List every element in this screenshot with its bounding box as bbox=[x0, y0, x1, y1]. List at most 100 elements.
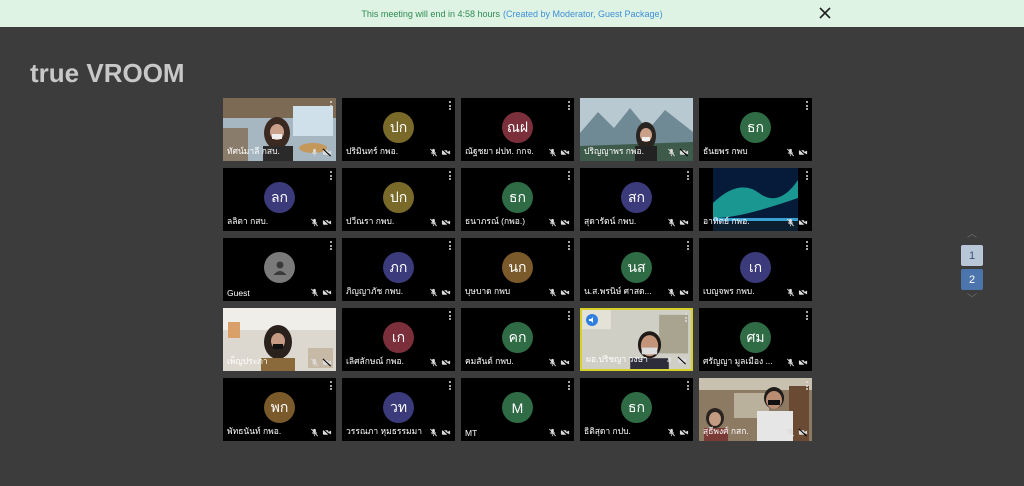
more-options-icon[interactable] bbox=[687, 241, 689, 250]
participant-avatar: ภก bbox=[383, 252, 414, 283]
more-options-icon[interactable] bbox=[330, 381, 332, 390]
participant-tile[interactable]: ลกลลิตา กสบ. bbox=[223, 168, 336, 231]
more-options-icon[interactable] bbox=[806, 101, 808, 110]
participant-name: ปริญญาพร กพอ. bbox=[584, 146, 644, 156]
participant-status-icons bbox=[786, 218, 808, 227]
more-options-icon[interactable] bbox=[449, 241, 451, 250]
participant-tile[interactable]: ณฝ ณัฐชยา ฝปท. กกจ. bbox=[461, 98, 574, 161]
participant-tile[interactable]: ปก ปริมินทร์ กพอ. bbox=[342, 98, 455, 161]
more-options-icon[interactable] bbox=[330, 241, 332, 250]
more-options-icon[interactable] bbox=[449, 171, 451, 180]
participant-status-icons bbox=[548, 358, 570, 367]
mic-muted-icon bbox=[311, 428, 318, 437]
participant-tile[interactable]: พก พัทธนันท์ กพอ. bbox=[223, 378, 336, 441]
participant-tile[interactable]: นส น.ส.พรนิษ์ ศาสด... bbox=[580, 238, 693, 301]
more-options-icon[interactable] bbox=[687, 381, 689, 390]
participant-name: ลลิตา กสบ. bbox=[227, 216, 269, 226]
participant-status-icons bbox=[310, 358, 332, 367]
more-options-icon[interactable] bbox=[687, 171, 689, 180]
participant-tile[interactable]: อาทิตย์ กพอ. bbox=[699, 168, 812, 231]
participant-tile[interactable]: ทัศน์มาลี กสบ. bbox=[223, 98, 336, 161]
more-options-icon[interactable] bbox=[685, 313, 687, 322]
more-options-icon[interactable] bbox=[449, 381, 451, 390]
more-options-icon[interactable] bbox=[568, 311, 570, 320]
camera-off-icon bbox=[322, 358, 332, 367]
participant-avatar: ศม bbox=[740, 322, 771, 353]
participant-tile[interactable]: ธก ธนาภรณ์ (กพอ.) bbox=[461, 168, 574, 231]
chevron-up-icon[interactable]: ︿ bbox=[960, 228, 984, 242]
participant-avatar: ณฝ bbox=[502, 112, 533, 143]
more-options-icon[interactable] bbox=[449, 311, 451, 320]
participant-status-icons bbox=[429, 358, 451, 367]
participant-status-icons bbox=[548, 428, 570, 437]
camera-off-icon bbox=[679, 218, 689, 227]
participant-tile[interactable]: สก สุดารัตน์ กพบ. bbox=[580, 168, 693, 231]
participant-status-icons bbox=[786, 148, 808, 157]
camera-off-icon bbox=[679, 148, 689, 157]
participant-avatar: ลก bbox=[264, 182, 295, 213]
camera-off-icon bbox=[560, 148, 570, 157]
chevron-down-icon[interactable]: ﹀ bbox=[960, 293, 984, 307]
participant-tile[interactable]: เก เบญจพร กพบ. bbox=[699, 238, 812, 301]
page-button-1[interactable]: 1 bbox=[961, 245, 983, 266]
participant-name: ผอ.ปริชญา วงษา bbox=[586, 354, 648, 364]
participant-tile[interactable]: ปก ปวีณรา กพบ. bbox=[342, 168, 455, 231]
participant-tile[interactable]: ภก ภิญญาภัช กพบ. bbox=[342, 238, 455, 301]
mic-muted-icon bbox=[549, 428, 556, 437]
participant-name: สุธีพงศ์ กสก. bbox=[703, 426, 749, 436]
participant-tile[interactable]: Guest bbox=[223, 238, 336, 301]
more-options-icon[interactable] bbox=[806, 241, 808, 250]
participant-tile[interactable]: คก คมสันต์ กพบ. bbox=[461, 308, 574, 371]
camera-off-icon bbox=[560, 358, 570, 367]
participant-name: Guest bbox=[227, 288, 250, 298]
more-options-icon[interactable] bbox=[330, 171, 332, 180]
more-options-icon[interactable] bbox=[806, 381, 808, 390]
participant-name: เบญจพร กพบ. bbox=[703, 286, 755, 296]
mic-muted-icon bbox=[430, 218, 437, 227]
mic-muted-icon bbox=[549, 358, 556, 367]
more-options-icon[interactable] bbox=[806, 171, 808, 180]
participant-status-icons bbox=[429, 218, 451, 227]
participant-tile[interactable]: M MT bbox=[461, 378, 574, 441]
more-options-icon[interactable] bbox=[568, 171, 570, 180]
participant-tile[interactable]: วท วรรณภา หุมธรรมมา bbox=[342, 378, 455, 441]
participant-status-icons bbox=[786, 288, 808, 297]
participant-tile[interactable]: สุธีพงศ์ กสก. bbox=[699, 378, 812, 441]
mic-muted-icon bbox=[668, 428, 675, 437]
participant-status-icons bbox=[667, 428, 689, 437]
person-icon bbox=[273, 261, 286, 275]
participant-status-icons bbox=[667, 288, 689, 297]
participant-tile[interactable]: ผอ.ปริชญา วงษา bbox=[580, 308, 693, 371]
participant-name: อาทิตย์ กพอ. bbox=[703, 216, 750, 226]
more-options-icon[interactable] bbox=[806, 311, 808, 320]
participant-tile[interactable]: นก บุษบาด กพบ bbox=[461, 238, 574, 301]
participant-avatar: ธก bbox=[621, 392, 652, 423]
more-options-icon[interactable] bbox=[330, 101, 332, 110]
mic-muted-icon bbox=[430, 148, 437, 157]
mic-muted-icon bbox=[430, 428, 437, 437]
participant-status-icons bbox=[786, 358, 808, 367]
participant-tile[interactable]: ธก ธิติสุดา กปบ. bbox=[580, 378, 693, 441]
more-options-icon[interactable] bbox=[449, 101, 451, 110]
camera-off-icon bbox=[441, 148, 451, 157]
camera-off-icon bbox=[679, 428, 689, 437]
mic-muted-icon bbox=[787, 218, 794, 227]
camera-off-icon bbox=[322, 148, 332, 157]
participant-status-icons bbox=[667, 218, 689, 227]
package-info-link[interactable]: (Created by Moderator, Guest Package) bbox=[503, 9, 663, 19]
video-grid: ทัศน์มาลี กสบ. ปก ปริมินทร์ กพอ. ณฝ ณัฐชยา ฝ… bbox=[223, 98, 812, 441]
more-options-icon[interactable] bbox=[568, 241, 570, 250]
camera-off-icon bbox=[441, 428, 451, 437]
participant-tile[interactable]: ธก ธันยพร กพบ bbox=[699, 98, 812, 161]
participant-tile[interactable]: เพ็ญประภา bbox=[223, 308, 336, 371]
mic-muted-icon bbox=[787, 428, 794, 437]
participant-tile[interactable]: ศม ศรัญญา มูลเมือง ... bbox=[699, 308, 812, 371]
participant-tile[interactable]: ปริญญาพร กพอ. bbox=[580, 98, 693, 161]
page-button-2[interactable]: 2 bbox=[961, 269, 983, 290]
camera-off-icon bbox=[798, 428, 808, 437]
close-icon[interactable] bbox=[816, 4, 834, 22]
more-options-icon[interactable] bbox=[568, 381, 570, 390]
more-options-icon[interactable] bbox=[568, 101, 570, 110]
logo-vroom: VROOM bbox=[86, 58, 185, 88]
participant-tile[interactable]: เก เลิศลักษณ์ กพอ. bbox=[342, 308, 455, 371]
